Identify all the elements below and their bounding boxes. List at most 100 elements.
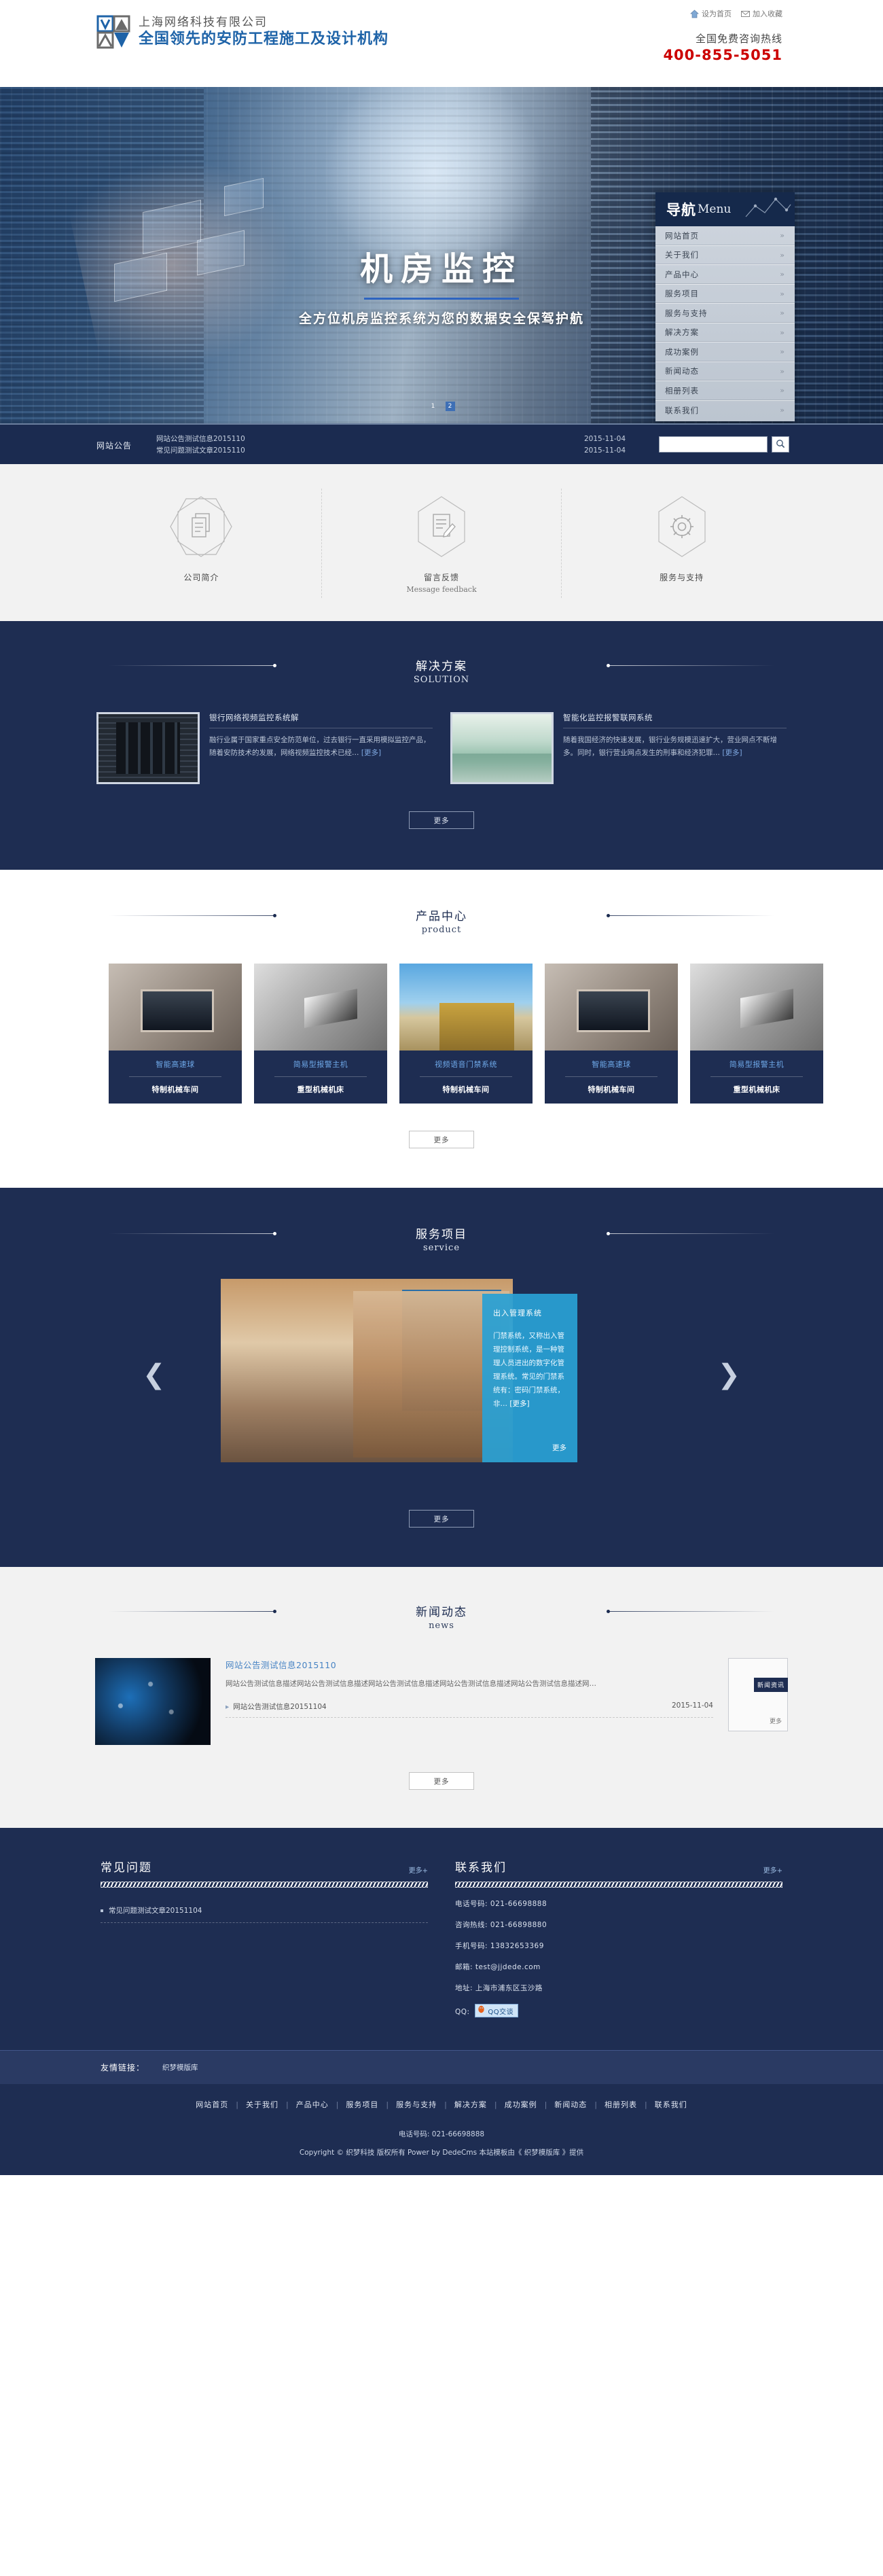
qq-chat-button[interactable]: QQ交谈 [475,2004,519,2017]
footer-link-solutions[interactable]: 解决方案 [447,2099,494,2110]
feature-service-support[interactable]: 服务与支持 [561,489,801,598]
heading-rule-right [607,664,774,667]
solution-item-title[interactable]: 银行网络视频监控系统解 [209,712,433,728]
nav-item-services[interactable]: 服务项目 » [655,285,795,304]
footer-link-services[interactable]: 服务项目 [338,2099,386,2110]
solution-item-desc: 融行业属于国家重点安全防范单位，过去银行一直采用模拟监控产品，随着安防技术的发展… [209,734,433,760]
product-name: 简易型报警主机 [729,1060,785,1069]
footer-link-cases[interactable]: 成功案例 [497,2099,545,2110]
heading-rule-right [607,1232,774,1235]
documents-icon [170,494,233,562]
service-panel-inline-more[interactable]: [更多] [509,1400,529,1408]
solution-item-desc: 随着我国经济的快速发展，银行业务规模迅速扩大，营业网点不断增多。同时，银行营业网… [563,734,787,760]
solution-more-link[interactable]: [更多] [361,749,381,757]
product-card[interactable]: 智能高速球 特制机械车间 [109,964,242,1104]
product-divider [129,1076,221,1077]
heading-rule-left [109,1610,276,1613]
feature-label-cn: 留言反馈 [424,573,460,582]
gear-icon [651,494,713,562]
search-button[interactable] [772,436,789,453]
banner-dot-2[interactable]: 2 [445,402,455,411]
service-prev-arrow[interactable]: ❮ [143,1359,166,1390]
footer-link-contact[interactable]: 联系我们 [647,2099,695,2110]
nav-item-cases[interactable]: 成功案例 » [655,342,795,362]
nav-item-contact[interactable]: 联系我们 » [655,401,795,421]
product-carousel[interactable]: 智能高速球 特制机械车间 简易型报警主机 重型机械机床 视频语音门禁系统 特制机… [0,964,883,1104]
solution-item-title[interactable]: 智能化监控报警联网系统 [563,712,787,728]
solution-item[interactable]: 智能化监控报警联网系统 随着我国经济的快速发展，银行业务规模迅速扩大，营业网点不… [450,712,787,784]
product-card[interactable]: 视频语音门禁系统 特制机械车间 [399,964,533,1104]
footer-link-home[interactable]: 网站首页 [188,2099,236,2110]
product-subtitle: 重型机械机床 [733,1085,780,1094]
nav-item-album[interactable]: 相册列表 » [655,381,795,401]
nav-item-about[interactable]: 关于我们 » [655,246,795,265]
footer-link-support[interactable]: 服务与支持 [389,2099,444,2110]
news-featured-title[interactable]: 网站公告测试信息2015110 [226,1658,713,1671]
product-more-button[interactable]: 更多 [409,1131,474,1148]
news-thumbnail[interactable] [95,1658,211,1745]
footer-link-news[interactable]: 新闻动态 [547,2099,594,2110]
contact-more-link[interactable]: 更多+ [763,1865,782,1875]
nav-item-support[interactable]: 服务与支持 » [655,304,795,323]
add-favorite-link[interactable]: 加入收藏 [741,8,782,19]
footer-link-about[interactable]: 关于我们 [238,2099,286,2110]
service-more-button[interactable]: 更多 [409,1510,474,1528]
nav-item-home[interactable]: 网站首页 » [655,226,795,246]
news-featured-desc: 网站公告测试信息描述网站公告测试信息描述网站公告测试信息描述网站公告测试信息描述… [226,1680,596,1688]
product-card[interactable]: 简易型报警主机 重型机械机床 [690,964,823,1104]
contact-row-address: 地址: 上海市浦东区玉沙路 [455,1983,782,1993]
hotline-label: 全国免费咨询热线 [695,33,782,45]
footer-link-products[interactable]: 产品中心 [289,2099,336,2110]
footer-link-album[interactable]: 相册列表 [597,2099,645,2110]
news-more-button[interactable]: 更多 [409,1772,474,1790]
feature-message-feedback[interactable]: 留言反馈 Message feedback [321,489,562,598]
nav-item-label: 产品中心 [665,269,699,279]
contact-label: 咨询热线: [455,1921,488,1929]
product-title-en: product [421,925,462,935]
news-sidebar-more[interactable]: 更多 [770,1716,782,1725]
contact-column: 联系我们 更多+ 电话号码: 021-66698888 咨询热线: 021-66… [455,1858,782,2017]
feature-company-profile[interactable]: 公司简介 [82,489,321,598]
news-list-item[interactable]: ▸ 网站公告测试信息20151104 2015-11-04 [226,1701,713,1718]
product-divider [710,1076,803,1077]
search-input[interactable] [659,436,768,453]
product-subtitle: 特制机械车间 [588,1085,635,1094]
faq-more-link[interactable]: 更多+ [409,1865,428,1875]
news-sidebar: 新闻资讯 更多 [728,1658,788,1745]
news-sidebar-tab[interactable]: 新闻资讯 [753,1678,788,1692]
nav-title-cn: 导航 [666,201,696,218]
solution-desc-text: 融行业属于国家重点安全防范单位，过去银行一直采用模拟监控产品，随着安防技术的发展… [209,736,431,757]
friend-link-item[interactable]: 织梦模版库 [162,2062,198,2072]
nav-title-en: Menu [698,202,732,216]
product-card[interactable]: 智能高速球 特制机械车间 [545,964,678,1104]
solution-more-link[interactable]: [更多] [722,749,742,757]
service-next-arrow[interactable]: ❯ [717,1359,740,1390]
solution-item[interactable]: 银行网络视频监控系统解 融行业属于国家重点安全防范单位，过去银行一直采用模拟监控… [96,712,433,784]
chevron-right-icon: » [780,406,785,415]
chevron-right-icon: » [780,270,785,279]
solution-list: 银行网络视频监控系统解 融行业属于国家重点安全防范单位，过去银行一直采用模拟监控… [82,712,801,784]
service-panel-more-link[interactable]: 更多 [552,1443,566,1453]
banner-dot-1[interactable]: 1 [428,402,437,411]
news-item-text: 网站公告测试信息20151104 [233,1703,327,1711]
chevron-right-icon: » [780,289,785,298]
contact-row-phone: 电话号码: 021-66698888 [455,1899,782,1909]
nav-item-products[interactable]: 产品中心 » [655,265,795,285]
solution-thumbnail[interactable] [96,712,200,784]
logo-area[interactable]: 上海网络科技有限公司 全国领先的安防工程施工及设计机构 [96,15,389,49]
chevron-right-icon: » [780,250,785,260]
faq-item[interactable]: 常见问题测试文章20151104 [101,1905,428,1923]
nav-item-news[interactable]: 新闻动态 » [655,362,795,381]
nav-item-solutions[interactable]: 解决方案 » [655,323,795,342]
solution-more-button[interactable]: 更多 [409,811,474,829]
product-card[interactable]: 简易型报警主机 重型机械机床 [254,964,387,1104]
bottom-info-section: 常见问题 更多+ 常见问题测试文章20151104 联系我们 更多+ 电话号码:… [0,1828,883,2050]
heading-rule-right [607,1610,774,1613]
notice-text: 网站公告测试信息2015110 [156,435,245,443]
message-edit-icon [410,494,473,562]
news-sidebar-box[interactable]: 新闻资讯 更多 [728,1658,788,1731]
set-homepage-link[interactable]: 设为首页 [690,8,732,19]
solution-thumbnail[interactable] [450,712,554,784]
search-icon [776,438,785,451]
product-divider [565,1076,657,1077]
